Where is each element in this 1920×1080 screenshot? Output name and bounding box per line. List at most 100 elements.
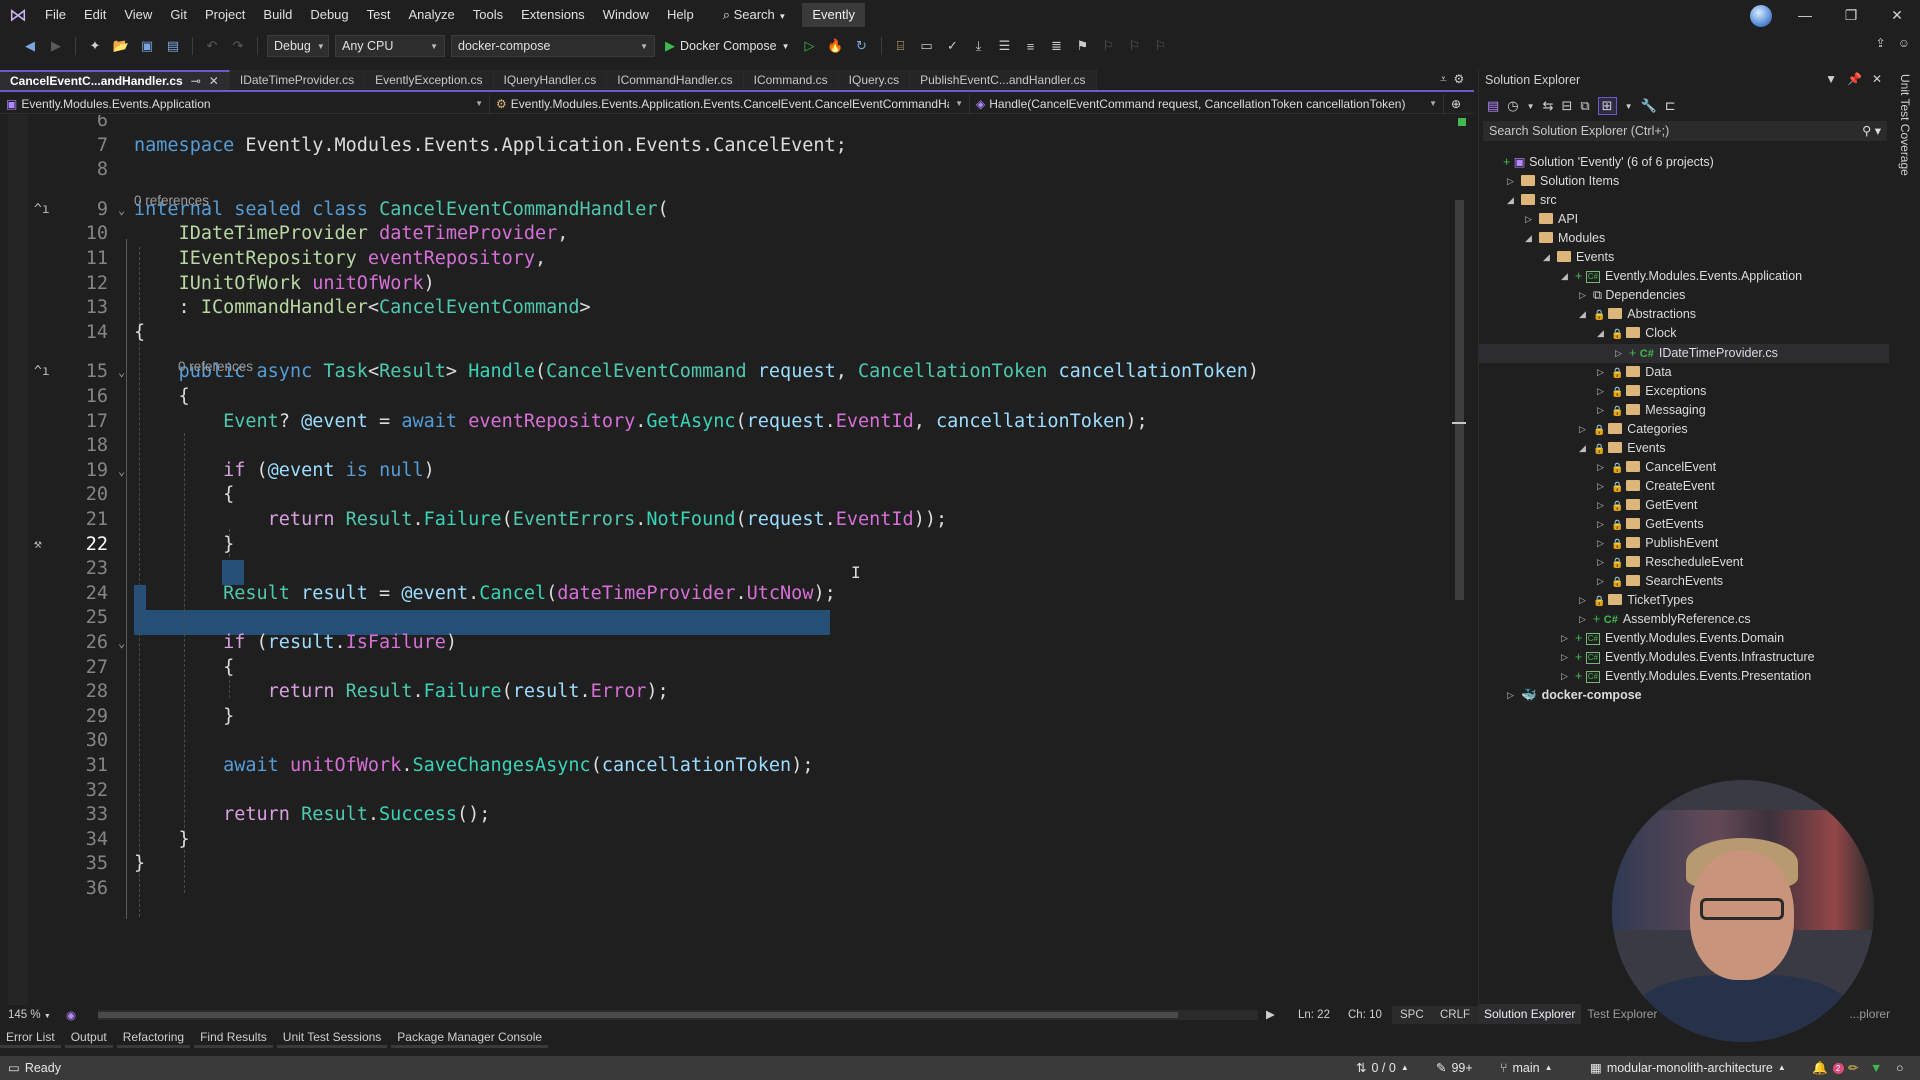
menu-extensions[interactable]: Extensions: [512, 0, 594, 30]
code-editor[interactable]: 6 7 namespace Evently.Modules.Events.Appli…: [0, 115, 1474, 1005]
document-tab[interactable]: ICommandHandler.cs: [607, 70, 744, 90]
split-window-icon[interactable]: ⊕: [1444, 97, 1468, 111]
save-all-icon[interactable]: ▤: [163, 36, 183, 56]
pending-changes-filter-icon[interactable]: ◷: [1507, 98, 1518, 114]
tree-item[interactable]: ▷ 🔒 SearchEvents: [1479, 572, 1889, 591]
expand-arrow-icon[interactable]: ▷: [1507, 686, 1517, 705]
expand-arrow-icon[interactable]: ▷: [1597, 401, 1607, 420]
scrollbar-thumb[interactable]: [1455, 200, 1464, 600]
clear-bookmarks-icon[interactable]: ⚐: [1151, 36, 1171, 56]
tree-item[interactable]: + ▣ Solution 'Evently' (6 of 6 projects): [1479, 153, 1889, 172]
git-sync-status[interactable]: ⇅ 0 / 0 ▲: [1356, 1056, 1409, 1080]
collapse-arrow-icon[interactable]: ◢: [1561, 267, 1571, 286]
menu-file[interactable]: File: [36, 0, 75, 30]
expand-arrow-icon[interactable]: ▷: [1561, 667, 1571, 686]
tree-item[interactable]: ▷ 🔒 Messaging: [1479, 401, 1889, 420]
tree-item[interactable]: ◢ Modules: [1479, 229, 1889, 248]
tool-window-tab-find-results[interactable]: Find Results: [194, 1028, 273, 1048]
tree-item[interactable]: ▷ + C# AssemblyReference.cs: [1479, 610, 1889, 629]
close-window-button[interactable]: ✕: [1874, 0, 1920, 30]
collapse-arrow-icon[interactable]: ◢: [1543, 248, 1553, 267]
menu-window[interactable]: Window: [594, 0, 658, 30]
tree-item[interactable]: ▷ 🔒 Categories: [1479, 420, 1889, 439]
bookmark-icon[interactable]: ⚑: [1073, 36, 1093, 56]
codelens-references[interactable]: 0 references: [134, 193, 209, 208]
line-number-indicator[interactable]: Ln: 22: [1290, 1006, 1338, 1024]
status-circle-icon[interactable]: ○: [1896, 1056, 1904, 1080]
tree-item[interactable]: ◢ src: [1479, 191, 1889, 210]
expand-arrow-icon[interactable]: ▷: [1579, 591, 1589, 610]
collapse-arrow-icon[interactable]: ◢: [1597, 324, 1607, 343]
navigate-forward-icon[interactable]: ▶: [46, 36, 66, 56]
pin-icon[interactable]: 📌: [1847, 72, 1862, 86]
properties-wrench-icon[interactable]: 🔧: [1641, 98, 1657, 114]
indentation-indicator[interactable]: SPC: [1392, 1006, 1432, 1024]
tree-item[interactable]: ◢ Events: [1479, 248, 1889, 267]
member-dropdown[interactable]: ◈ Handle(CancelEventCommand request, Canc…: [970, 93, 1444, 114]
tree-item[interactable]: ◢ 🔒 Clock: [1479, 324, 1889, 343]
menu-test[interactable]: Test: [358, 0, 400, 30]
live-share-icon[interactable]: ⇪: [1876, 36, 1886, 50]
expand-arrow-icon[interactable]: ▷: [1597, 496, 1607, 515]
tree-item[interactable]: ◢ 🔒 Abstractions: [1479, 305, 1889, 324]
document-tab[interactable]: IQuery.cs: [838, 70, 911, 90]
comment-icon[interactable]: ≡: [1021, 36, 1041, 56]
intellicode-icon[interactable]: ◉: [66, 1008, 76, 1022]
feedback-icon[interactable]: ☺: [1898, 36, 1910, 50]
line-ending-indicator[interactable]: CRLF: [1432, 1006, 1479, 1024]
git-branch-status[interactable]: ⑂ main ▲: [1500, 1056, 1553, 1080]
expand-arrow-icon[interactable]: ▷: [1579, 420, 1589, 439]
implements-interface-icon[interactable]: ^ı: [34, 198, 50, 223]
unit-test-coverage-tab[interactable]: Unit Test Coverage: [1898, 74, 1912, 176]
collapse-arrow-icon[interactable]: ◢: [1525, 229, 1535, 248]
configuration-dropdown[interactable]: Debug ▼: [267, 35, 329, 57]
fold-toggle-icon[interactable]: ⌄: [118, 459, 125, 484]
type-dropdown[interactable]: ⚙ Evently.Modules.Events.Application.Even…: [490, 93, 970, 114]
expand-arrow-icon[interactable]: ▷: [1597, 382, 1607, 401]
expand-arrow-icon[interactable]: ▷: [1615, 344, 1625, 363]
document-tab[interactable]: IDateTimeProvider.cs: [229, 70, 366, 90]
tree-item[interactable]: ▷ 🐳 docker-compose: [1479, 686, 1889, 705]
tree-item[interactable]: ▷ 🔒 CreateEvent: [1479, 477, 1889, 496]
expand-arrow-icon[interactable]: ▷: [1597, 363, 1607, 382]
tool-window-tab-refactoring[interactable]: Refactoring: [116, 1028, 191, 1048]
expand-arrow-icon[interactable]: ▷: [1597, 553, 1607, 572]
expand-arrow-icon[interactable]: ▷: [1597, 458, 1607, 477]
vertical-scrollbar[interactable]: [1452, 140, 1466, 1000]
notifications-button[interactable]: 🔔 2: [1812, 1056, 1844, 1080]
tool-window-tab-output[interactable]: Output: [64, 1028, 113, 1048]
chevron-down-icon[interactable]: ▼: [1625, 102, 1633, 111]
account-avatar[interactable]: [1750, 5, 1772, 27]
step-into-icon[interactable]: ⤓: [969, 36, 989, 56]
collapse-all-icon[interactable]: ⊟: [1561, 98, 1572, 114]
menu-analyze[interactable]: Analyze: [399, 0, 463, 30]
tree-item[interactable]: ▷ 🔒 Exceptions: [1479, 382, 1889, 401]
document-tab[interactable]: CancelEventC...andHandler.cs ⊸ ✕: [0, 70, 230, 90]
expand-arrow-icon[interactable]: ▷: [1561, 648, 1571, 667]
document-tab[interactable]: ICommand.cs: [743, 70, 839, 90]
menu-git[interactable]: Git: [161, 0, 196, 30]
collapse-arrow-icon[interactable]: ◢: [1507, 191, 1517, 210]
close-tab-icon[interactable]: ✕: [209, 74, 219, 88]
expand-arrow-icon[interactable]: ▷: [1579, 286, 1589, 305]
save-icon[interactable]: ▣: [137, 36, 157, 56]
implements-interface-icon[interactable]: ^ı: [34, 360, 50, 385]
menu-project[interactable]: Project: [196, 0, 254, 30]
tool-window-tab-unit-test-sessions[interactable]: Unit Test Sessions: [276, 1028, 388, 1048]
tree-item[interactable]: ▷ + C# Evently.Modules.Events.Domain: [1479, 629, 1889, 648]
document-tab[interactable]: PublishEventC...andHandler.cs: [910, 70, 1097, 90]
tree-item[interactable]: ▷ 🔒 GetEvents: [1479, 515, 1889, 534]
extension-status-icon[interactable]: ▼: [1870, 1056, 1882, 1080]
codelens-references[interactable]: 0 references: [178, 359, 253, 374]
document-tab[interactable]: IQueryHandler.cs: [493, 70, 608, 90]
navigate-back-icon[interactable]: ◀: [20, 36, 40, 56]
tool-window-tab-package-manager-console[interactable]: Package Manager Console: [391, 1028, 549, 1048]
menu-debug[interactable]: Debug: [301, 0, 357, 30]
expand-arrow-icon[interactable]: ▷: [1597, 477, 1607, 496]
chevron-down-icon[interactable]: ▼: [1527, 102, 1535, 111]
tree-item[interactable]: ▷ 🔒 Data: [1479, 363, 1889, 382]
tree-item[interactable]: ▷ API: [1479, 210, 1889, 229]
tree-item[interactable]: ▷ 🔒 PublishEvent: [1479, 534, 1889, 553]
expand-arrow-icon[interactable]: ▷: [1597, 515, 1607, 534]
tab-list-dropdown-icon[interactable]: ⩡: [1440, 72, 1447, 86]
